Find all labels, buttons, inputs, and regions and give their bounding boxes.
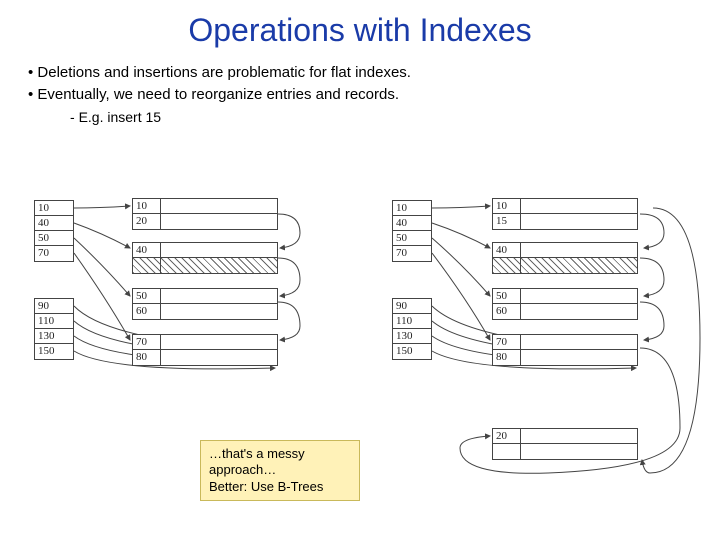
index-cell: 90	[35, 299, 73, 314]
left-block-2: 40	[132, 242, 278, 274]
sub-bullet: E.g. insert 15	[28, 108, 720, 127]
data-key-hatched	[133, 258, 161, 273]
left-block-1: 10 20	[132, 198, 278, 230]
data-key: 60	[493, 304, 521, 319]
data-key: 50	[133, 289, 161, 303]
data-key: 40	[133, 243, 161, 257]
left-block-3: 50 60	[132, 288, 278, 320]
data-key: 10	[133, 199, 161, 213]
note-line: …that's a messy	[209, 446, 351, 462]
bullet-2: Eventually, we need to reorganize entrie…	[28, 85, 720, 105]
data-key: 20	[133, 214, 161, 229]
note-line: approach…	[209, 462, 351, 478]
left-block-4: 70 80	[132, 334, 278, 366]
index-cell: 70	[35, 246, 73, 261]
right-block-3: 50 60	[492, 288, 638, 320]
index-cell: 130	[393, 329, 431, 344]
data-key: 15	[493, 214, 521, 229]
index-cell: 110	[35, 314, 73, 329]
note-line: Better: Use B-Trees	[209, 479, 351, 495]
left-index-1: 10 40 50 70	[34, 200, 74, 262]
bullet-1: Deletions and insertions are problematic…	[28, 63, 720, 83]
callout-note: …that's a messy approach… Better: Use B-…	[200, 440, 360, 501]
diagram: 10 40 50 70 90 110 130 150 10 20 40 50 6…	[0, 188, 720, 498]
index-cell: 10	[35, 201, 73, 216]
data-key: 20	[493, 429, 521, 443]
data-key: 10	[493, 199, 521, 213]
index-cell: 10	[393, 201, 431, 216]
slide-title: Operations with Indexes	[0, 0, 720, 63]
index-cell: 50	[35, 231, 73, 246]
index-cell: 70	[393, 246, 431, 261]
left-index-2: 90 110 130 150	[34, 298, 74, 360]
index-cell: 40	[35, 216, 73, 231]
index-cell: 150	[393, 344, 431, 359]
data-key: 50	[493, 289, 521, 303]
data-key: 80	[133, 350, 161, 365]
index-cell: 40	[393, 216, 431, 231]
data-key: 70	[493, 335, 521, 349]
index-cell: 50	[393, 231, 431, 246]
data-key: 60	[133, 304, 161, 319]
right-index-2: 90 110 130 150	[392, 298, 432, 360]
index-cell: 150	[35, 344, 73, 359]
data-key: 70	[133, 335, 161, 349]
right-block-1: 10 15	[492, 198, 638, 230]
data-key: 80	[493, 350, 521, 365]
index-cell: 130	[35, 329, 73, 344]
data-key-hatched	[493, 258, 521, 273]
data-key: 40	[493, 243, 521, 257]
data-key	[493, 444, 521, 459]
right-overflow-block: 20	[492, 428, 638, 460]
index-cell: 90	[393, 299, 431, 314]
right-index-1: 10 40 50 70	[392, 200, 432, 262]
right-block-2: 40	[492, 242, 638, 274]
right-block-4: 70 80	[492, 334, 638, 366]
index-cell: 110	[393, 314, 431, 329]
bullet-list: Deletions and insertions are problematic…	[0, 63, 720, 126]
